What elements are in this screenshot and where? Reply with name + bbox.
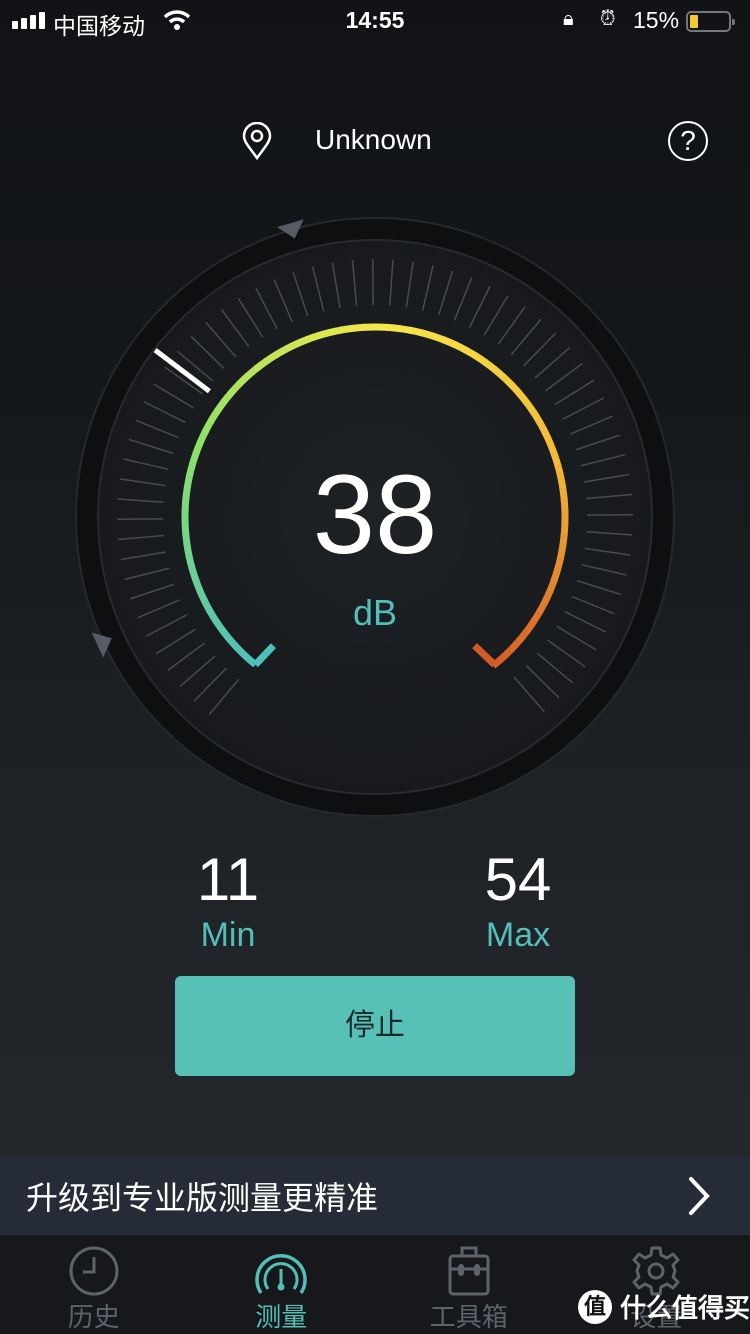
level-arc-segment bbox=[431, 332, 447, 344]
level-arc-segment bbox=[351, 323, 366, 332]
upgrade-banner[interactable]: 升级到专业版测量更精准 bbox=[0, 1157, 750, 1235]
level-arc-segment bbox=[397, 324, 413, 334]
level-arc-segment bbox=[294, 335, 310, 348]
tab-label: 工具箱 bbox=[429, 1302, 508, 1332]
stop-button[interactable]: 停止 bbox=[175, 976, 575, 1076]
tab-history[interactable]: 历史 bbox=[0, 1235, 188, 1334]
decibel-reading: 38 bbox=[312, 452, 438, 577]
min-stat: 11 Min bbox=[128, 848, 328, 955]
level-arc-segment bbox=[316, 328, 332, 340]
level-arc-segment bbox=[191, 576, 204, 592]
decibel-unit: dB bbox=[352, 592, 398, 633]
min-value: 11 bbox=[196, 846, 260, 913]
chevron-right-icon bbox=[689, 1177, 710, 1215]
level-arc-segment bbox=[305, 332, 321, 344]
level-arc-segment bbox=[192, 439, 205, 455]
level-arc-segment bbox=[339, 324, 354, 334]
watermark-text: 什么值得买 bbox=[620, 1293, 750, 1323]
level-arc-segment bbox=[420, 329, 436, 340]
max-value: 54 bbox=[484, 846, 552, 913]
toolbox-icon bbox=[448, 1246, 490, 1296]
upgrade-text: 升级到专业版测量更精准 bbox=[26, 1180, 379, 1216]
level-arc-segment bbox=[386, 323, 401, 333]
max-label: Max bbox=[485, 916, 551, 954]
tab-label: 历史 bbox=[67, 1302, 120, 1332]
level-arc-segment bbox=[546, 441, 558, 457]
clock-icon bbox=[69, 1246, 119, 1296]
gauge-icon bbox=[255, 1253, 307, 1294]
tab-measure[interactable]: 测量 bbox=[188, 1235, 376, 1334]
watermark-logo: 值 bbox=[578, 1289, 612, 1324]
tab-toolbox[interactable]: 工具箱 bbox=[375, 1235, 563, 1334]
level-arc-segment bbox=[327, 326, 343, 337]
min-label: Min bbox=[200, 916, 256, 954]
watermark: 值 什么值得买 bbox=[578, 1288, 750, 1325]
level-arc-segment bbox=[546, 578, 558, 594]
tab-label: 测量 bbox=[255, 1302, 308, 1332]
sound-gauge bbox=[75, 217, 675, 817]
level-arc-segment bbox=[409, 326, 424, 337]
level-arc-segment bbox=[442, 336, 458, 349]
max-stat: 54 Max bbox=[418, 848, 618, 955]
